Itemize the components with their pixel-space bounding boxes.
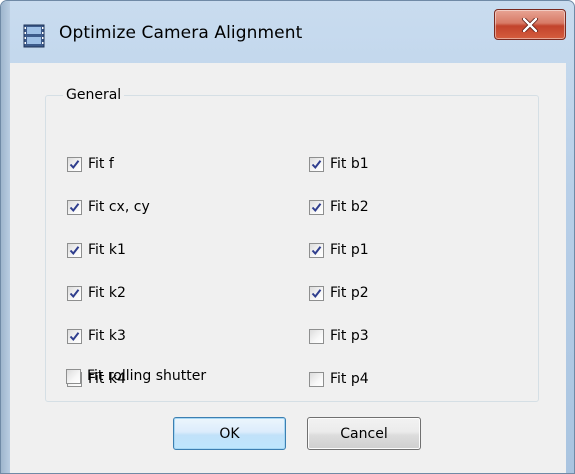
fit-p1-option[interactable]: Fit p1 (309, 241, 369, 259)
option-label: Fit f (88, 156, 114, 172)
checkmark-icon (69, 159, 80, 169)
dialog-window: Optimize Camera Alignment General Fit f (0, 0, 575, 474)
fit-p2-checkbox[interactable] (309, 285, 324, 301)
option-label: Fit k1 (88, 242, 126, 258)
fit-b1-option[interactable]: Fit b1 (309, 155, 369, 173)
option-label: Fit p2 (330, 285, 369, 301)
checkmark-icon (69, 331, 80, 341)
fit-b1-checkbox[interactable] (309, 156, 324, 172)
film-strip-icon (23, 24, 45, 48)
fit-cx-cy-checkbox[interactable] (67, 199, 82, 215)
fit-b2-option[interactable]: Fit b2 (309, 198, 369, 216)
fit-k2-option[interactable]: Fit k2 (67, 284, 126, 302)
general-groupbox: General Fit f Fit cx, cy Fit k1 Fit k2 F… (45, 85, 539, 402)
ok-button[interactable]: OK (173, 417, 286, 450)
fit-b2-checkbox[interactable] (309, 199, 324, 215)
groupbox-title: General (63, 85, 125, 105)
checkmark-icon (69, 245, 80, 255)
fit-p1-checkbox[interactable] (309, 242, 324, 258)
fit-p4-checkbox[interactable] (309, 371, 324, 387)
checkmark-icon (311, 245, 322, 255)
fit-k1-option[interactable]: Fit k1 (67, 241, 126, 259)
checkmark-icon (311, 159, 322, 169)
fit-rolling-shutter-checkbox[interactable] (66, 368, 81, 384)
checkmark-icon (311, 202, 322, 212)
fit-k3-checkbox[interactable] (67, 328, 82, 344)
fit-k2-checkbox[interactable] (67, 285, 82, 301)
option-label: Fit rolling shutter (87, 368, 207, 384)
fit-cx-cy-option[interactable]: Fit cx, cy (67, 198, 150, 216)
option-label: Fit p3 (330, 328, 369, 344)
option-label: Fit cx, cy (88, 199, 150, 215)
close-button[interactable] (494, 9, 566, 40)
fit-p3-checkbox[interactable] (309, 328, 324, 344)
option-label: Fit k3 (88, 328, 126, 344)
dialog-body: General Fit f Fit cx, cy Fit k1 Fit k2 F… (10, 63, 566, 473)
fit-k3-option[interactable]: Fit k3 (67, 327, 126, 345)
option-label: Fit p4 (330, 371, 369, 387)
fit-rolling-shutter-option[interactable]: Fit rolling shutter (66, 367, 206, 385)
option-label: Fit b2 (330, 199, 369, 215)
close-x-icon (522, 18, 538, 32)
option-label: Fit k2 (88, 285, 126, 301)
option-label: Fit b1 (330, 156, 369, 172)
checkmark-icon (311, 288, 322, 298)
fit-p3-option[interactable]: Fit p3 (309, 327, 369, 345)
fit-p2-option[interactable]: Fit p2 (309, 284, 369, 302)
fit-f-checkbox[interactable] (67, 156, 82, 172)
window-title: Optimize Camera Alignment (59, 23, 303, 43)
option-label: Fit p1 (330, 242, 369, 258)
window-left-edge (1, 1, 10, 473)
checkmark-icon (69, 288, 80, 298)
fit-k1-checkbox[interactable] (67, 242, 82, 258)
fit-p4-option[interactable]: Fit p4 (309, 370, 369, 388)
checkmark-icon (69, 202, 80, 212)
title-bar[interactable]: Optimize Camera Alignment (1, 1, 574, 63)
fit-f-option[interactable]: Fit f (67, 155, 114, 173)
cancel-button[interactable]: Cancel (307, 417, 421, 450)
